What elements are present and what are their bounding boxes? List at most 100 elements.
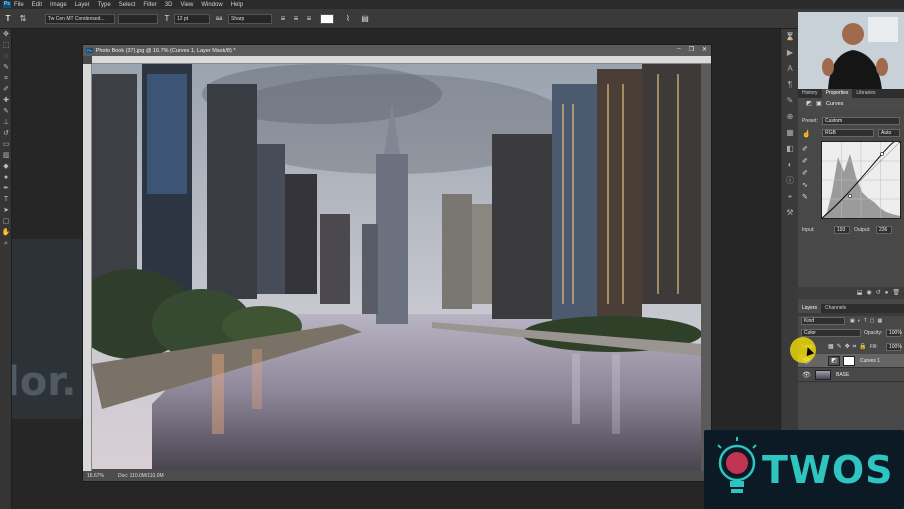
tab-libraries[interactable]: Libraries <box>852 89 879 98</box>
minimize-icon[interactable]: – <box>677 46 680 53</box>
menu-3d[interactable]: 3D <box>165 2 173 8</box>
hand-tool-icon[interactable]: ✋ <box>0 227 12 238</box>
healing-tool-icon[interactable]: ✚ <box>0 95 12 106</box>
path-select-tool-icon[interactable]: ➤ <box>0 205 12 216</box>
clip-to-layer-icon[interactable]: ⬓ <box>857 287 863 299</box>
layer-filter-select[interactable]: Kind <box>801 317 845 325</box>
fill-input[interactable]: 100% <box>886 343 902 351</box>
marquee-tool-icon[interactable]: ⬚ <box>0 40 12 51</box>
menu-bar: Ps File Edit Image Layer Type Select Fil… <box>0 0 904 9</box>
menu-help[interactable]: Help <box>231 2 243 8</box>
menu-file[interactable]: File <box>14 2 24 8</box>
eraser-tool-icon[interactable]: ▭ <box>0 139 12 150</box>
zoom-level[interactable]: 16.67% <box>87 473 104 479</box>
pencil-draw-icon[interactable]: ✎ <box>802 193 808 201</box>
navigator-icon[interactable]: ⌖ <box>781 189 799 205</box>
layer-filter-icons[interactable]: ▣◐T▢▦ <box>850 318 885 324</box>
eyedropper-tool-icon[interactable]: ✐ <box>0 84 12 95</box>
tab-history[interactable]: History <box>798 89 822 98</box>
character-panel-icon[interactable]: ▤ <box>360 14 370 24</box>
warp-text-icon[interactable]: ⌇ <box>343 14 353 24</box>
blend-mode-select[interactable]: Color <box>801 329 861 337</box>
layer-name[interactable]: Curves 1 <box>860 358 880 364</box>
blur-tool-icon[interactable]: ◆ <box>0 161 12 172</box>
preset-select[interactable]: Custom <box>822 117 900 125</box>
tab-properties[interactable]: Properties <box>821 89 853 98</box>
menu-view[interactable]: View <box>180 2 193 8</box>
opacity-input[interactable]: 100% <box>886 329 902 337</box>
lock-icons[interactable]: ▦✎✥⌗🔒 <box>828 343 870 351</box>
adjustments-icon[interactable]: ◐ <box>781 157 799 173</box>
tool-presets-icon[interactable]: ⚒ <box>781 205 799 221</box>
paragraph-icon[interactable]: ¶ <box>781 77 799 93</box>
brush-preset-icon[interactable]: ✎ <box>781 93 799 109</box>
lasso-tool-icon[interactable]: ◌ <box>0 51 12 62</box>
view-previous-icon[interactable]: ◉ <box>866 287 871 299</box>
curves-graph[interactable] <box>821 139 901 219</box>
type-tool-icon[interactable]: T <box>0 194 12 205</box>
vertical-ruler[interactable] <box>83 64 92 471</box>
document-titlebar[interactable]: Ps Photo Book (37).jpg @ 16.7% (Curves 1… <box>83 45 711 56</box>
font-style-select[interactable] <box>118 14 158 24</box>
curve-edit-icon[interactable]: ∿ <box>802 181 808 189</box>
visibility-icon[interactable]: ● <box>885 287 889 299</box>
visibility-eye-icon[interactable]: 👁 <box>802 371 811 379</box>
restore-icon[interactable]: ❐ <box>689 46 694 53</box>
presenter-webcam <box>798 12 904 90</box>
tab-layers[interactable]: Layers <box>798 304 822 313</box>
styles-icon[interactable]: ◧ <box>781 141 799 157</box>
clone-source-icon[interactable]: ⊕ <box>781 109 799 125</box>
swatches-icon[interactable]: ▦ <box>781 125 799 141</box>
align-left-icon[interactable]: ≡ <box>278 14 288 24</box>
menu-edit[interactable]: Edit <box>32 2 42 8</box>
brush-tool-icon[interactable]: ✎ <box>0 106 12 117</box>
auto-button[interactable]: Auto <box>878 129 900 137</box>
input-value[interactable]: 193 <box>834 226 850 234</box>
tab-channels[interactable]: Channels <box>821 304 850 313</box>
move-tool-icon[interactable]: ✥ <box>0 29 12 40</box>
font-family-select[interactable]: Tw Cen MT Condensed... <box>45 14 115 24</box>
layer-name[interactable]: BASE <box>836 372 849 378</box>
align-right-icon[interactable]: ≡ <box>304 14 314 24</box>
shape-tool-icon[interactable]: ▢ <box>0 216 12 227</box>
type-tool-icon[interactable]: T <box>3 14 13 24</box>
font-size-select[interactable]: 12 pt <box>174 14 210 24</box>
history-icon[interactable]: ⌛ <box>781 29 799 45</box>
menu-type[interactable]: Type <box>98 2 111 8</box>
character-icon[interactable]: A <box>781 61 799 77</box>
stamp-tool-icon[interactable]: ⊥ <box>0 117 12 128</box>
menu-image[interactable]: Image <box>50 2 67 8</box>
zoom-tool-icon[interactable]: ⌕ <box>0 238 12 249</box>
menu-window[interactable]: Window <box>201 2 222 8</box>
text-color-swatch[interactable] <box>320 14 334 24</box>
delete-icon[interactable]: 🗑 <box>892 287 900 299</box>
document-window: Ps Photo Book (37).jpg @ 16.7% (Curves 1… <box>82 44 712 482</box>
menu-select[interactable]: Select <box>119 2 136 8</box>
target-adjust-icon[interactable]: ☝ <box>802 130 811 138</box>
gradient-tool-icon[interactable]: ▥ <box>0 150 12 161</box>
align-center-icon[interactable]: ≡ <box>291 14 301 24</box>
layer-mask-thumbnail[interactable] <box>843 356 855 366</box>
close-icon[interactable]: ✕ <box>702 46 707 53</box>
history-brush-tool-icon[interactable]: ↺ <box>0 128 12 139</box>
menu-filter[interactable]: Filter <box>143 2 156 8</box>
reset-icon[interactable]: ↺ <box>876 287 881 299</box>
canvas-image[interactable] <box>92 64 702 469</box>
actions-icon[interactable]: ▶ <box>781 45 799 61</box>
horizontal-ruler[interactable] <box>92 56 711 64</box>
antialias-select[interactable]: Sharp <box>228 14 272 24</box>
layer-row-base[interactable]: 👁 BASE <box>798 368 904 382</box>
pen-tool-icon[interactable]: ✒ <box>0 183 12 194</box>
document-scrollbar[interactable] <box>701 64 711 471</box>
channel-select[interactable]: RGB <box>822 129 874 137</box>
crop-tool-icon[interactable]: ⌗ <box>0 73 12 84</box>
eyedropper-gray-icon[interactable]: ✐ <box>802 157 808 165</box>
dodge-tool-icon[interactable]: ● <box>0 172 12 183</box>
menu-layer[interactable]: Layer <box>75 2 90 8</box>
output-value[interactable]: 236 <box>876 226 892 234</box>
quick-select-tool-icon[interactable]: ✎ <box>0 62 12 73</box>
eyedropper-white-icon[interactable]: ✐ <box>802 169 808 177</box>
text-orientation-icon[interactable]: ⇅ <box>18 14 28 24</box>
info-icon[interactable]: ⓘ <box>781 173 799 189</box>
eyedropper-black-icon[interactable]: ✐ <box>802 145 808 153</box>
